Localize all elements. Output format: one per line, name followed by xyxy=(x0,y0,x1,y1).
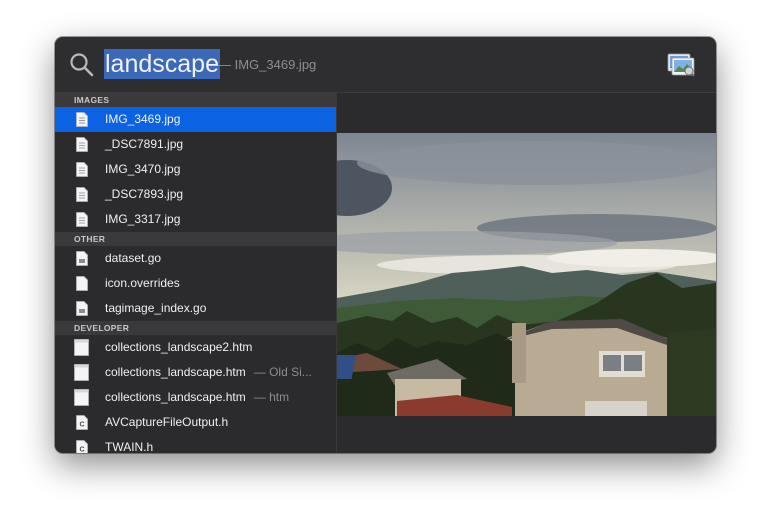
result-label: dataset.go xyxy=(105,251,162,265)
result-row[interactable]: icon.overrides xyxy=(55,271,336,296)
result-label: AVCaptureFileOutput.h xyxy=(105,415,229,429)
results-list[interactable]: IMAGES IMG_3469.jpg _DSC7891.jpg IMG_3470.j… xyxy=(55,93,337,453)
section-header-images: IMAGES xyxy=(55,93,336,107)
search-icon xyxy=(70,53,94,77)
result-row[interactable]: IMG_3317.jpg xyxy=(55,207,336,232)
result-detail: — Old Si... xyxy=(253,365,312,379)
section-header-other: OTHER xyxy=(55,232,336,246)
result-label: collections_landscape.htm xyxy=(105,365,246,379)
result-row[interactable]: C AVCaptureFileOutput.h xyxy=(55,410,336,435)
result-label: tagimage_index.go xyxy=(105,301,207,315)
result-row[interactable]: IMG_3469.jpg xyxy=(55,107,336,132)
search-query[interactable]: landscape xyxy=(104,49,220,79)
result-label: IMG_3469.jpg xyxy=(105,112,181,126)
result-label: _DSC7891.jpg xyxy=(105,137,184,151)
result-row[interactable]: collections_landscape2.htm xyxy=(55,335,336,360)
result-row[interactable]: _DSC7891.jpg xyxy=(55,132,336,157)
svg-text:C: C xyxy=(79,447,84,454)
result-label: collections_landscape2.htm xyxy=(105,340,253,354)
result-row[interactable]: collections_landscape.htm — htm xyxy=(55,385,336,410)
section-header-developer: DEVELOPER xyxy=(55,321,336,335)
search-completion-hint: — IMG_3469.jpg xyxy=(218,57,317,72)
result-detail: — htm xyxy=(253,390,290,404)
landscape-photo-preview xyxy=(337,133,716,416)
svg-text:C: C xyxy=(79,422,84,429)
result-row[interactable]: _DSC7893.jpg xyxy=(55,182,336,207)
result-label: IMG_3470.jpg xyxy=(105,162,181,176)
result-row[interactable]: dataset.go xyxy=(55,246,336,271)
result-row[interactable]: IMG_3470.jpg xyxy=(55,157,336,182)
result-row[interactable]: tagimage_index.go xyxy=(55,296,336,321)
result-label: TWAIN.h xyxy=(105,440,154,453)
preview-pane xyxy=(337,93,716,453)
result-row[interactable]: collections_landscape.htm — Old Si... xyxy=(55,360,336,385)
spotlight-window: landscape — IMG_3469.jpg IMAGES IMG_3469.… xyxy=(55,37,716,453)
result-label: _DSC7893.jpg xyxy=(105,187,184,201)
result-label: icon.overrides xyxy=(105,276,180,290)
result-row[interactable]: C TWAIN.h xyxy=(55,435,336,453)
result-label: IMG_3317.jpg xyxy=(105,212,181,226)
preview-app-icon xyxy=(667,53,695,77)
result-label: collections_landscape.htm xyxy=(105,390,246,404)
search-bar[interactable]: landscape — IMG_3469.jpg xyxy=(55,37,716,93)
